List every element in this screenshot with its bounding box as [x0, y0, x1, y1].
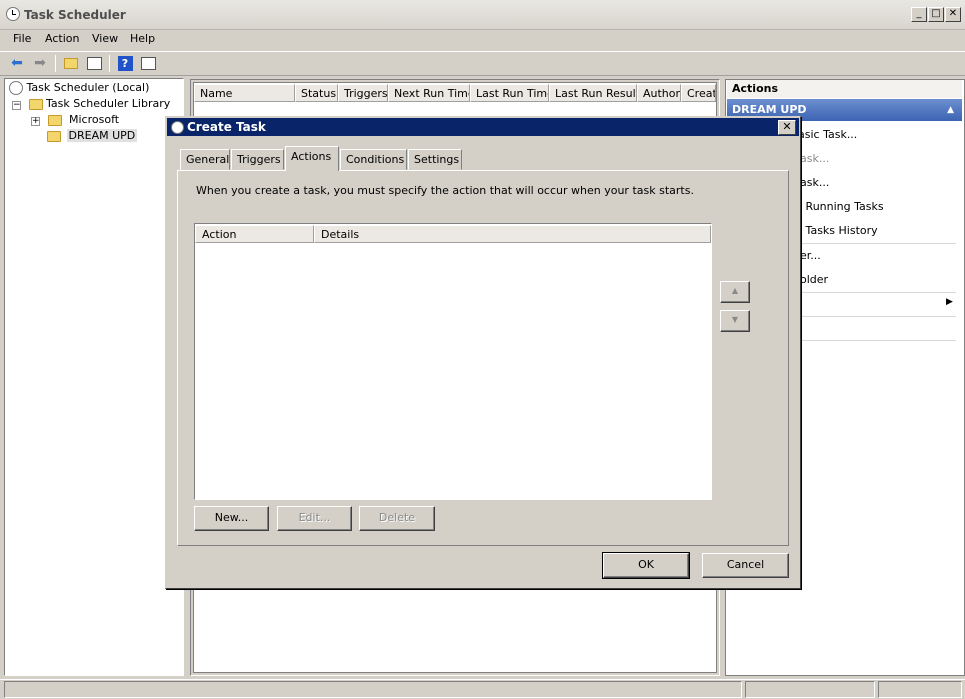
divider	[800, 340, 956, 341]
column-header-action[interactable]: Action	[195, 225, 314, 243]
column-header-next-run-time[interactable]: Next Run Time	[388, 84, 470, 102]
help-icon[interactable]: ?	[116, 54, 134, 72]
tab-conditions[interactable]: Conditions	[340, 149, 407, 170]
column-header-author[interactable]: Author	[637, 84, 681, 102]
status-cell	[745, 681, 875, 698]
toolbar-separator	[109, 55, 110, 72]
expand-icon[interactable]: +	[31, 117, 40, 126]
menu-help[interactable]: Help	[130, 32, 155, 45]
console-tree[interactable]	[4, 78, 184, 676]
column-header-status[interactable]: Status	[295, 84, 338, 102]
actions-description: When you create a task, you must specify…	[196, 184, 694, 197]
move-down-button[interactable]: ▼	[720, 310, 750, 332]
actions-pane-title: Actions	[727, 80, 962, 98]
tab-actions[interactable]: Actions	[285, 146, 339, 171]
status-cell	[878, 681, 962, 698]
tree-item-label: Microsoft	[69, 113, 120, 126]
move-up-button[interactable]: ▲	[720, 281, 750, 303]
tree-item-label: Task Scheduler Library	[46, 97, 171, 110]
action-delete-folder[interactable]: older	[800, 273, 828, 286]
column-header-details[interactable]: Details	[314, 225, 711, 243]
submenu-arrow-icon[interactable]: ▶	[946, 297, 953, 307]
tree-item-library[interactable]: − Task Scheduler Library	[12, 96, 170, 112]
show-hide-console-tree-icon[interactable]	[85, 54, 103, 72]
menu-action[interactable]: Action	[45, 32, 79, 45]
status-cell	[4, 681, 742, 698]
ok-button[interactable]: OK	[602, 552, 690, 579]
collapse-icon[interactable]: −	[12, 101, 21, 110]
edit-action-button[interactable]: Edit...	[277, 506, 352, 531]
divider	[800, 243, 956, 244]
folder-icon	[47, 114, 62, 126]
back-arrow-icon[interactable]: ⬅	[8, 54, 26, 72]
divider	[800, 316, 956, 317]
actions-table[interactable]	[194, 223, 712, 500]
tab-general[interactable]: General	[180, 149, 230, 170]
clock-icon	[171, 121, 184, 134]
actions-group-label: DREAM UPD	[732, 103, 807, 116]
collapse-arrow-icon[interactable]: ▲	[947, 99, 954, 121]
dialog-title: Create Task	[167, 118, 799, 136]
action-display-running-tasks[interactable]: l Running Tasks	[799, 200, 884, 213]
tree-item-label: DREAM UPD	[66, 129, 138, 142]
action-create-task[interactable]: ask...	[800, 152, 829, 165]
column-header-last-run-result[interactable]: Last Run Result	[549, 84, 637, 102]
up-folder-icon[interactable]	[62, 54, 80, 72]
close-button[interactable]: ✕	[945, 7, 961, 22]
tab-triggers[interactable]: Triggers	[231, 149, 284, 170]
show-action-pane-icon[interactable]	[139, 54, 157, 72]
clock-icon	[6, 7, 20, 21]
folder-icon	[47, 130, 61, 142]
title-bar	[0, 0, 965, 30]
action-import-task[interactable]: ask...	[800, 176, 829, 189]
action-new-folder[interactable]: er...	[800, 249, 821, 262]
minimize-button[interactable]: _	[911, 7, 927, 22]
divider	[800, 292, 956, 293]
cancel-button[interactable]: Cancel	[702, 553, 789, 578]
dialog-close-button[interactable]: ✕	[778, 120, 796, 135]
tree-item-label: Task Scheduler (Local)	[26, 81, 150, 94]
column-header-last-run-time[interactable]: Last Run Time	[470, 84, 549, 102]
column-header-triggers[interactable]: Triggers	[338, 84, 388, 102]
column-header-created[interactable]: Creat	[681, 84, 716, 102]
clock-icon	[9, 81, 23, 95]
tree-item-root[interactable]: Task Scheduler (Local)	[9, 80, 149, 96]
tree-item-dream-upd[interactable]: DREAM UPD	[47, 128, 138, 144]
folder-clock-icon	[28, 98, 43, 110]
forward-arrow-icon[interactable]: ➡	[31, 54, 49, 72]
maximize-button[interactable]: □	[928, 7, 944, 22]
column-header-name[interactable]: Name	[194, 84, 295, 102]
menu-view[interactable]: View	[92, 32, 118, 45]
tree-item-microsoft[interactable]: + Microsoft	[31, 112, 119, 128]
new-action-button[interactable]: New...	[194, 506, 269, 531]
action-create-basic-task[interactable]: asic Task...	[798, 128, 857, 141]
action-enable-tasks-history[interactable]: l Tasks History	[799, 224, 878, 237]
toolbar-separator	[55, 55, 56, 72]
window-title: Task Scheduler	[24, 8, 126, 22]
delete-action-button[interactable]: Delete	[359, 506, 435, 531]
tab-settings[interactable]: Settings	[408, 149, 462, 170]
menu-file[interactable]: File	[13, 32, 31, 45]
